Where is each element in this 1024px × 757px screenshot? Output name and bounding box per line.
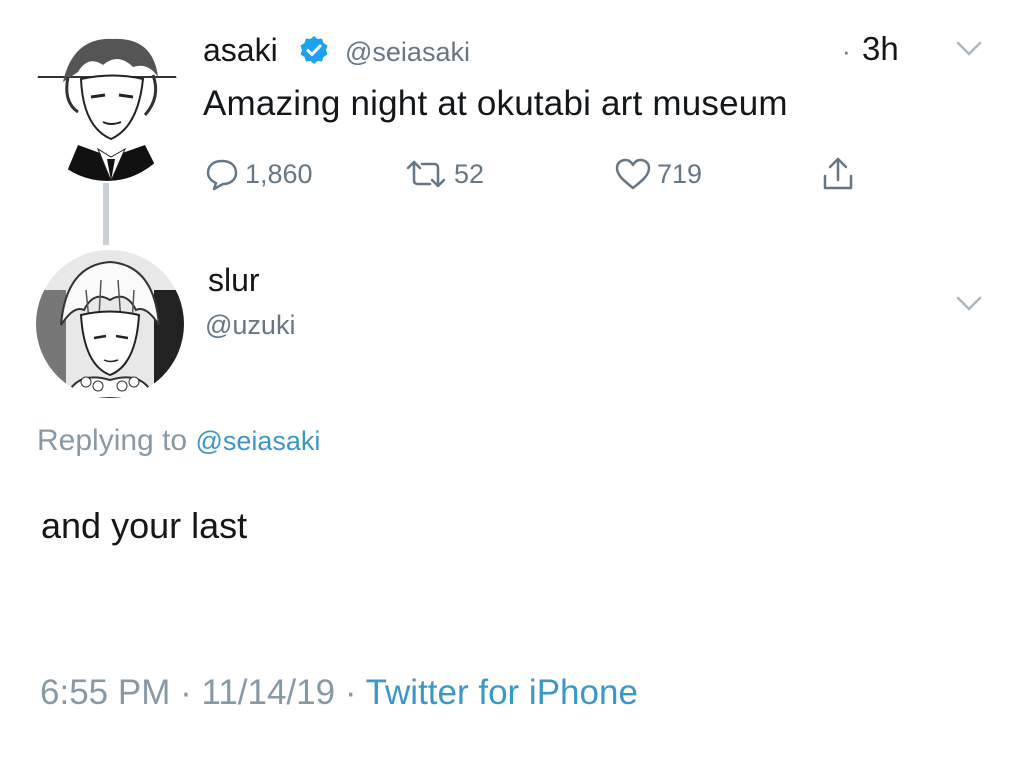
chevron-down-icon[interactable]: [955, 40, 983, 58]
share-upload-icon: [820, 156, 856, 192]
verified-badge-icon: [299, 35, 329, 65]
like-button[interactable]: 719: [615, 156, 702, 192]
reply-text: and your last: [41, 505, 248, 546]
display-name[interactable]: asaki: [203, 32, 278, 69]
reply-display-name[interactable]: slur: [208, 262, 260, 299]
chevron-down-icon[interactable]: [955, 295, 983, 313]
tweet-text: Amazing night at okutabi art museum: [203, 84, 788, 123]
source-link[interactable]: Twitter for iPhone: [366, 673, 638, 712]
avatar-asaki[interactable]: [33, 27, 181, 181]
replying-to-label: Replying to: [37, 424, 188, 457]
replying-to-line: Replying to @seiasaki: [37, 424, 320, 458]
reply-button[interactable]: 1,860: [205, 156, 313, 192]
heart-icon: [615, 158, 651, 190]
timestamp[interactable]: 6:55 PM · 11/14/19 ·: [40, 673, 366, 712]
retweet-arrows-icon: [404, 158, 448, 190]
handle[interactable]: @seiasaki: [345, 37, 470, 68]
tweet-meta: 6:55 PM · 11/14/19 · Twitter for iPhone: [40, 673, 638, 713]
reply-bubble-icon: [205, 157, 239, 191]
reply-count: 1,860: [245, 158, 313, 189]
like-count: 719: [657, 158, 703, 189]
replying-to-mention[interactable]: @seiasaki: [195, 426, 320, 456]
time-separator: ·: [842, 36, 851, 66]
retweet-button[interactable]: 52: [404, 156, 484, 192]
share-button[interactable]: [820, 156, 856, 192]
tweet-time[interactable]: 3h: [862, 30, 899, 68]
avatar-uzuki[interactable]: [36, 250, 184, 398]
thread-connector: [103, 183, 109, 245]
reply-handle[interactable]: @uzuki: [205, 310, 295, 341]
retweet-count: 52: [454, 158, 485, 189]
